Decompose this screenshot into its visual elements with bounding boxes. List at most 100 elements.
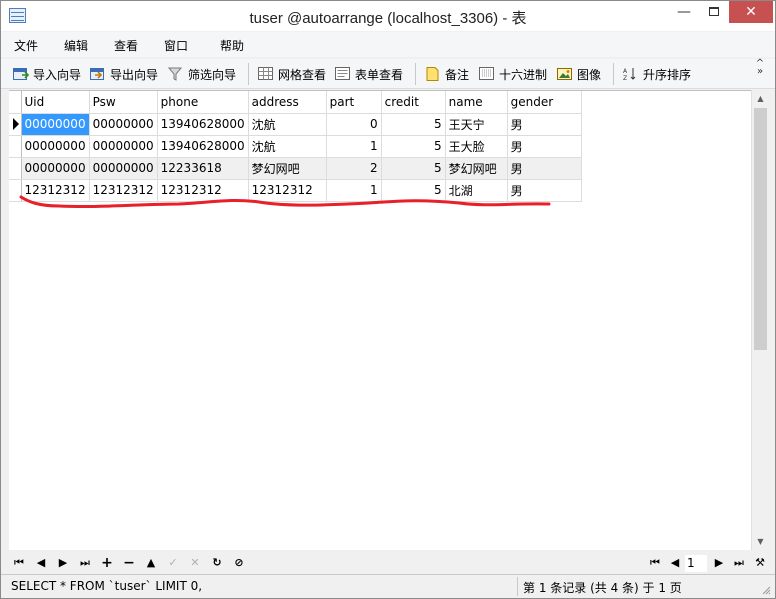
table-cell[interactable]: 13940628000 xyxy=(157,135,249,158)
status-sql-query: SELECT * FROM `tuser` LIMIT 0, 1000 xyxy=(11,579,207,593)
sort-ascending-button[interactable]: AZ 升序排序 xyxy=(623,64,691,84)
current-row-indicator xyxy=(9,113,22,136)
table-cell[interactable]: 男 xyxy=(507,157,582,180)
table-cell[interactable]: 5 xyxy=(381,135,446,158)
table-cell[interactable]: 沈航 xyxy=(248,135,327,158)
import-wizard-button[interactable]: 导入向导 xyxy=(13,64,81,84)
chevron-double-right-icon: » xyxy=(756,66,764,77)
page-number-input[interactable]: 1 xyxy=(685,555,707,572)
table-cell[interactable]: 00000000 xyxy=(21,113,90,136)
table-row[interactable]: 00000000 00000000 12233618 梦幻网吧 2 5 梦幻网吧… xyxy=(9,157,582,180)
sort-ascending-icon: AZ xyxy=(623,67,639,82)
sort-ascending-label: 升序排序 xyxy=(643,67,692,82)
table-cell[interactable]: 王大脸 xyxy=(445,135,508,158)
minimize-button[interactable]: — xyxy=(669,1,699,23)
column-header-psw[interactable]: Psw xyxy=(89,91,158,114)
table-cell[interactable]: 0 xyxy=(326,113,382,136)
import-wizard-label: 导入向导 xyxy=(33,67,82,82)
filter-wizard-button[interactable]: 筛选向导 xyxy=(167,64,236,84)
next-page-icon[interactable]: ▶ xyxy=(711,555,727,571)
window-title: tuser @autoarrange (localhost_3306) - 表 xyxy=(249,10,527,27)
scrollbar-thumb[interactable] xyxy=(754,108,767,350)
table-cell[interactable]: 男 xyxy=(507,135,582,158)
column-header-gender[interactable]: gender xyxy=(507,91,582,114)
discard-changes-icon[interactable]: ✕ xyxy=(187,555,203,571)
image-button[interactable]: 图像 xyxy=(557,64,601,84)
next-record-icon[interactable]: ▶ xyxy=(55,555,71,571)
column-header-phone[interactable]: phone xyxy=(157,91,249,114)
export-wizard-button[interactable]: 导出向导 xyxy=(90,64,158,84)
table-cell[interactable]: 00000000 xyxy=(89,135,158,158)
toolbar: 导入向导 导出向导 筛选向导 网格查看 表单查看 备注 十六进制 图像 A Z … xyxy=(1,59,775,89)
table-cell[interactable]: 男 xyxy=(507,113,582,136)
grid-view-icon xyxy=(258,67,274,81)
table-cell[interactable]: 12233618 xyxy=(157,157,249,180)
column-header-name[interactable]: name xyxy=(445,91,508,114)
commit-check-icon[interactable]: ✓ xyxy=(165,555,181,571)
table-cell[interactable]: 00000000 xyxy=(21,157,90,180)
settings-wrench-icon[interactable]: ⚒ xyxy=(752,555,768,571)
table-cell[interactable]: 1 xyxy=(326,135,382,158)
column-header-part[interactable]: part xyxy=(326,91,382,114)
table-cell[interactable]: 梦幻网吧 xyxy=(445,157,508,180)
memo-icon xyxy=(425,67,441,81)
status-separator xyxy=(517,577,518,596)
svg-text:Z: Z xyxy=(623,75,627,81)
table-cell[interactable]: 00000000 xyxy=(89,113,158,136)
toolbar-overflow-button[interactable]: ^» xyxy=(753,59,767,77)
toolbar-separator xyxy=(248,63,249,85)
apply-changes-icon[interactable]: ▲ xyxy=(143,555,159,571)
menu-view[interactable]: 查看 xyxy=(114,37,138,54)
resize-grip-icon[interactable] xyxy=(761,585,771,595)
last-record-icon[interactable]: ⏭ xyxy=(77,555,93,571)
form-view-button[interactable]: 表单查看 xyxy=(335,64,403,84)
last-page-icon[interactable]: ⏭ xyxy=(731,555,747,571)
close-button[interactable]: ✕ xyxy=(729,1,773,23)
table-cell[interactable]: 00000000 xyxy=(89,157,158,180)
filter-icon xyxy=(167,67,184,81)
column-header-address[interactable]: address xyxy=(248,91,327,114)
table-cell[interactable]: 5 xyxy=(381,157,446,180)
table-cell[interactable]: 沈航 xyxy=(248,113,327,136)
table-cell[interactable]: 5 xyxy=(381,113,446,136)
menu-edit[interactable]: 编辑 xyxy=(64,37,88,54)
scroll-up-icon[interactable]: ▲ xyxy=(752,90,769,107)
scroll-down-icon[interactable]: ▼ xyxy=(752,533,769,550)
menu-bar: 文件 编辑 查看 窗口 帮助 xyxy=(1,32,775,57)
first-record-icon[interactable]: ⏮ xyxy=(11,555,27,571)
table-row[interactable]: 00000000 00000000 13940628000 沈航 1 5 王大脸… xyxy=(9,135,582,158)
first-page-icon[interactable]: ⏮ xyxy=(647,555,663,571)
maximize-button[interactable] xyxy=(699,1,729,23)
table-row[interactable]: 00000000 00000000 13940628000 沈航 0 5 王天宁… xyxy=(9,113,582,136)
add-record-icon[interactable]: + xyxy=(99,555,115,571)
column-header-uid[interactable]: Uid xyxy=(21,91,90,114)
stop-icon[interactable]: ⊘ xyxy=(231,555,247,571)
status-record-info: 第 1 条记录 (共 4 条) 于 1 页 xyxy=(523,581,682,595)
row-indicator-header xyxy=(9,91,22,114)
toolbar-separator xyxy=(415,63,416,85)
delete-record-icon[interactable]: − xyxy=(121,555,137,571)
previous-record-icon[interactable]: ◀ xyxy=(33,555,49,571)
table-cell[interactable]: 13940628000 xyxy=(157,113,249,136)
memo-button[interactable]: 备注 xyxy=(425,64,469,84)
row-indicator xyxy=(9,157,22,180)
table-cell[interactable]: 00000000 xyxy=(21,135,90,158)
menu-window[interactable]: 窗口 xyxy=(164,37,188,54)
previous-page-icon[interactable]: ◀ xyxy=(667,555,683,571)
grid-view-button[interactable]: 网格查看 xyxy=(258,64,326,84)
grid-view-label: 网格查看 xyxy=(278,67,327,82)
menu-help[interactable]: 帮助 xyxy=(220,37,244,54)
vertical-scrollbar[interactable]: ▲ ▼ xyxy=(751,90,768,550)
hex-icon xyxy=(479,67,495,81)
red-underline-annotation xyxy=(19,195,551,209)
hex-button[interactable]: 十六进制 xyxy=(479,64,547,84)
status-bar: SELECT * FROM `tuser` LIMIT 0, 1000 第 1 … xyxy=(1,574,775,598)
grid-header-row: Uid Psw phone address part credit name g… xyxy=(9,91,582,114)
table-cell[interactable]: 2 xyxy=(326,157,382,180)
memo-label: 备注 xyxy=(445,67,470,82)
table-cell[interactable]: 梦幻网吧 xyxy=(248,157,327,180)
menu-file[interactable]: 文件 xyxy=(14,37,38,54)
column-header-credit[interactable]: credit xyxy=(381,91,446,114)
refresh-icon[interactable]: ↻ xyxy=(209,555,225,571)
table-cell[interactable]: 王天宁 xyxy=(445,113,508,136)
